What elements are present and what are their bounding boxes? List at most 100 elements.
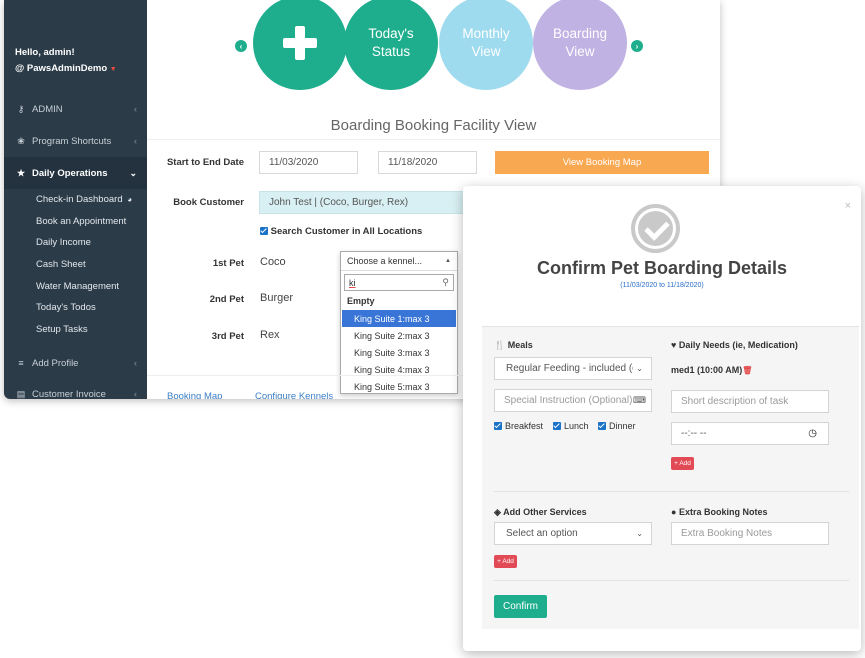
sidebar-item-label: Add Profile [32,357,79,369]
caret-down-icon: ▼ [109,66,117,73]
close-icon[interactable]: × [845,200,851,212]
kennel-dropdown[interactable]: Choose a kennel... ▲ ki ⚲ Empty King Suite… [340,251,458,394]
other-services-value: Select an option [506,528,578,539]
pet2-name: Burger [260,292,294,304]
pet1-name: Coco [260,256,286,268]
breakfast-label: Breakfest [505,421,544,431]
kennel-option[interactable]: King Suite 1:max 3 [342,310,456,327]
kennel-option[interactable]: King Suite 3:max 3 [342,344,456,361]
monthly-view-button[interactable]: Monthly View [439,0,533,90]
special-instruction-input[interactable]: Special Instruction (Optional) ⌨ [494,389,652,412]
sidebar-sub-setup-tasks[interactable]: Setup Tasks [36,319,88,340]
chevron-down-icon: ⌄ [633,529,643,538]
chevron-right-icon: › [635,41,639,51]
task-description-input[interactable]: Short description of task [671,390,829,413]
checkbox-checked-icon[interactable] [553,422,561,430]
database-icon: ≡ [18,358,24,368]
sidebar-item-customer-invoice[interactable]: ▤ Customer Invoice ‹ [4,378,147,400]
lunch-checkbox[interactable]: Lunch [553,421,589,431]
checkbox-checked-icon[interactable] [260,227,268,236]
modal-date-range: (11/03/2020 to 11/18/2020) [620,282,704,289]
divider [494,580,849,581]
customer-select[interactable]: John Test | (Coco, Burger, Rex) [259,191,489,214]
dinner-checkbox[interactable]: Dinner [598,421,636,431]
chevron-left-icon: ‹ [239,41,243,51]
boarding-view-label: Boarding View [552,26,608,59]
keyboard-icon: ⌨ [633,395,646,405]
confirm-boarding-modal: × Confirm Pet Boarding Details (11/03/20… [463,186,861,651]
meals-label-text: Meals [507,340,533,350]
todays-status-label: Today's Status [368,26,414,59]
daily-needs-label-text: Daily Needs (ie, Medication) [678,340,798,350]
chevron-down-icon: ⌄ [129,167,137,178]
special-instruction-placeholder: Special Instruction (Optional) [504,395,633,406]
sidebar-item-label: Daily Operations [32,167,108,179]
kennel-option[interactable]: King Suite 2:max 3 [342,327,456,344]
trash-icon[interactable]: 🗑 [742,366,752,375]
sidebar-item-admin[interactable]: ⚷ ADMIN ‹ [4,93,147,125]
add-service-button[interactable]: + Add [494,555,517,568]
greeting-text: Hello, admin! [15,47,75,58]
search-icon: ⚲ [442,277,449,287]
pet3-label: 3rd Pet [211,331,244,342]
sidebar-sub-daily-income[interactable]: Daily Income [36,232,91,253]
sidebar-item-program-shortcuts[interactable]: ❀ Program Shortcuts ‹ [4,125,147,157]
sidebar-item-add-profile[interactable]: ≡ Add Profile ‹ [4,347,147,379]
confirm-button[interactable]: Confirm [494,595,547,618]
kennel-search-input[interactable]: ki ⚲ [344,274,454,291]
task-description-placeholder: Short description of task [681,396,789,407]
task-time-placeholder: --:-- -- [681,428,707,439]
search-all-label: Search Customer in All Locations [270,226,423,237]
boarding-view-button[interactable]: Boarding View [533,0,627,90]
chevron-left-icon: ‹ [134,358,137,368]
meals-select[interactable]: Regular Feeding - included (c ⌄ [494,357,652,380]
tab-booking-map[interactable]: Booking Map [167,391,222,399]
sidebar-sub-cash-sheet[interactable]: Cash Sheet [36,254,86,275]
other-services-label-text: Add Other Services [503,507,587,517]
sidebar-sub-book-appointment[interactable]: Book an Appointment [36,211,126,232]
checkmark-inner [638,211,673,246]
account-menu[interactable]: @ PawsAdminDemo ▼ [15,61,117,78]
sidebar-sub-todays-todos[interactable]: Today's Todos [36,297,96,318]
sidebar-sub-water-management[interactable]: Water Management [36,276,119,297]
todays-status-button[interactable]: Today's Status [344,0,438,90]
pet2-label: 2nd Pet [209,294,244,305]
utensils-icon: 🍴 [494,340,506,350]
caret-up-icon: ▲ [445,258,451,264]
task-time-input[interactable]: --:-- -- ◷ [671,422,829,445]
pet3-name: Rex [260,329,280,341]
divider [147,139,720,140]
dinner-label: Dinner [609,421,636,431]
sidebar-item-label: Customer Invoice [32,388,106,400]
modal-title: Confirm Pet Boarding Details [536,258,788,278]
book-customer-label: Book Customer [173,197,244,208]
sidebar-sub-check-in-dashboard[interactable]: Check-in Dashboard ◕ [36,189,132,210]
checkbox-checked-icon[interactable] [598,422,606,430]
start-date-input[interactable]: 11/03/2020 [259,151,358,174]
view-booking-map-button[interactable]: View Booking Map [495,151,709,174]
sidebar-item-daily-operations[interactable]: ★ Daily Operations ⌄ [4,157,147,189]
extra-notes-label: ● Extra Booking Notes [671,507,767,517]
end-date-input[interactable]: 11/18/2020 [378,151,477,174]
carousel-prev-button[interactable]: ‹ [235,40,247,52]
invoice-icon: ▤ [16,388,26,399]
kennel-search-value: ki [349,277,356,288]
extra-notes-placeholder: Extra Booking Notes [681,528,773,539]
monthly-view-label: Monthly View [462,26,510,59]
add-daily-need-button[interactable]: + Add [671,457,694,470]
add-booking-button[interactable] [253,0,347,90]
extra-notes-input[interactable]: Extra Booking Notes [671,522,829,545]
tab-configure-kennels[interactable]: Configure Kennels [255,391,333,399]
checkbox-checked-icon[interactable] [494,422,502,430]
other-services-select[interactable]: Select an option ⌄ [494,522,652,545]
carousel-next-button[interactable]: › [631,40,643,52]
chevron-left-icon: ‹ [134,389,137,399]
kennel-select[interactable]: Choose a kennel... ▲ [341,252,457,271]
sidebar: Hello, admin! @ PawsAdminDemo ▼ ⚷ ADMIN … [4,0,147,399]
other-services-label: ◈ Add Other Services [494,507,587,518]
search-all-locations[interactable]: Search Customer in All Locations [260,226,422,237]
breakfast-checkbox[interactable]: Breakfest [494,421,543,431]
clock-icon: ◷ [808,428,817,439]
key-icon: ⚷ [17,103,25,114]
divider [494,491,849,492]
